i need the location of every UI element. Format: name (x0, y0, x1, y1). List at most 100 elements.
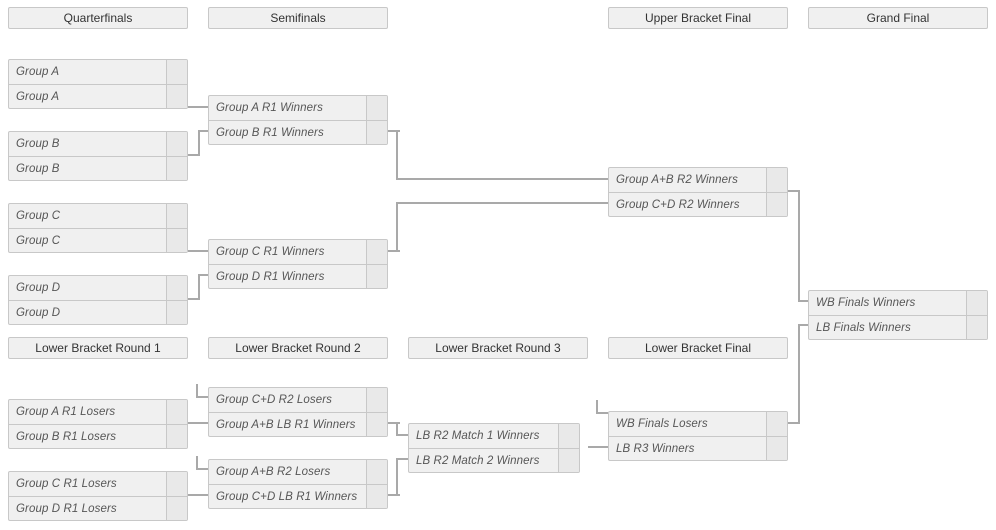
match-sf2[interactable]: Group C R1 Winners Group D R1 Winners (208, 239, 388, 289)
round-header-lower-bracket-round-1[interactable]: Lower Bracket Round 1 (8, 337, 188, 359)
match-slot[interactable]: WB Finals Winners (809, 291, 987, 315)
match-slot[interactable]: Group D R1 Winners (209, 264, 387, 288)
round-header-quarterfinals[interactable]: Quarterfinals (8, 7, 188, 29)
match-slot[interactable]: Group C (9, 228, 187, 252)
match-slot[interactable]: Group D (9, 276, 187, 300)
match-slot[interactable]: Group C R1 Winners (209, 240, 387, 264)
participant-score (166, 157, 187, 180)
participant-score (966, 291, 987, 315)
match-slot[interactable]: LB Finals Winners (809, 315, 987, 339)
participant-name: Group C (16, 234, 61, 247)
match-slot[interactable]: WB Finals Losers (609, 412, 787, 436)
participant-name: Group A R1 Losers (16, 406, 116, 418)
connector-sf2-in (396, 202, 608, 204)
participant-score (366, 485, 387, 508)
match-slot[interactable]: Group D (9, 300, 187, 324)
round-header-lower-bracket-final[interactable]: Lower Bracket Final (608, 337, 788, 359)
match-slot[interactable]: Group A (9, 84, 187, 108)
participant-name: Group D (16, 282, 61, 294)
connector-lb1m2-to-lb2m2 (188, 494, 208, 496)
match-slot[interactable]: Group A (9, 60, 187, 84)
connector-sf2-out (388, 250, 400, 252)
connector-qf1-in (198, 106, 208, 108)
participant-name: Group C+D R2 Winners (616, 198, 740, 211)
round-header-lower-bracket-round-3[interactable]: Lower Bracket Round 3 (408, 337, 588, 359)
connector-qf2-rise (198, 130, 200, 156)
match-lower-bracket-final[interactable]: WB Finals Losers LB R3 Winners (608, 411, 788, 461)
match-upper-bracket-final[interactable]: Group A+B R2 Winners Group C+D R2 Winner… (608, 167, 788, 217)
connector-ub-drop-lb2m1-in (196, 396, 208, 398)
match-slot[interactable]: Group A R1 Losers (9, 400, 187, 424)
match-slot[interactable]: LB R2 Match 2 Winners (409, 448, 579, 472)
participant-score (366, 121, 387, 144)
match-slot[interactable]: Group B (9, 156, 187, 180)
connector-sf1-out (388, 130, 400, 132)
match-slot[interactable]: Group A+B LB R1 Winners (209, 412, 387, 436)
round-header-grand-final[interactable]: Grand Final (808, 7, 988, 29)
participant-score (166, 132, 187, 156)
match-slot[interactable]: Group A+B R2 Winners (609, 168, 787, 192)
match-slot[interactable]: Group A+B R2 Losers (209, 460, 387, 484)
participant-score (558, 424, 579, 448)
connector-qf4-in (198, 274, 208, 276)
participant-name: Group A+B R2 Losers (216, 466, 331, 478)
participant-score (366, 265, 387, 288)
match-lb-r1-m1[interactable]: Group A R1 Losers Group B R1 Losers (8, 399, 188, 449)
match-slot[interactable]: Group C+D R2 Winners (609, 192, 787, 216)
participant-name: Group C R1 Winners (216, 246, 325, 258)
connector-qf4-rise (198, 274, 200, 300)
connector-lb2m1-in (396, 434, 408, 436)
connector-ubf-in-grandfinal (798, 300, 808, 302)
connector-ubf-loser-in (596, 412, 608, 414)
round-header-upper-bracket-final[interactable]: Upper Bracket Final (608, 7, 788, 29)
match-slot[interactable]: Group B (9, 132, 187, 156)
participant-name: WB Finals Winners (816, 297, 916, 309)
participant-name: Group B (16, 162, 60, 175)
match-lb-r2-m1[interactable]: Group C+D R2 Losers Group A+B LB R1 Winn… (208, 387, 388, 437)
match-grand-final[interactable]: WB Finals Winners LB Finals Winners (808, 290, 988, 340)
participant-score (766, 168, 787, 192)
participant-name: Group C (16, 210, 61, 222)
connector-lb3-to-lbfinal (588, 446, 608, 448)
participant-name: Group A+B R2 Winners (616, 174, 738, 186)
match-slot[interactable]: Group C+D LB R1 Winners (209, 484, 387, 508)
participant-name: Group C+D R2 Losers (216, 394, 332, 406)
participant-score (166, 204, 187, 228)
participant-name: LB Finals Winners (816, 321, 911, 334)
participant-score (166, 425, 187, 448)
match-slot[interactable]: LB R3 Winners (609, 436, 787, 460)
match-slot[interactable]: Group D R1 Losers (9, 496, 187, 520)
participant-name: Group D R1 Winners (216, 270, 325, 283)
connector-lb2m1-out (388, 422, 400, 424)
participant-name: Group A+B LB R1 Winners (216, 418, 356, 431)
participant-score (166, 301, 187, 324)
match-qf3[interactable]: Group C Group C (8, 203, 188, 253)
participant-score (166, 85, 187, 108)
match-qf4[interactable]: Group D Group D (8, 275, 188, 325)
participant-score (166, 497, 187, 520)
match-slot[interactable]: Group A R1 Winners (209, 96, 387, 120)
match-qf1[interactable]: Group A Group A (8, 59, 188, 109)
match-slot[interactable]: LB R2 Match 1 Winners (409, 424, 579, 448)
participant-score (366, 240, 387, 264)
round-header-semifinals[interactable]: Semifinals (208, 7, 388, 29)
match-slot[interactable]: Group C+D R2 Losers (209, 388, 387, 412)
round-header-lower-bracket-round-2[interactable]: Lower Bracket Round 2 (208, 337, 388, 359)
participant-score (166, 229, 187, 252)
participant-name: WB Finals Losers (616, 418, 708, 430)
match-lb-r2-m2[interactable]: Group A+B R2 Losers Group C+D LB R1 Winn… (208, 459, 388, 509)
connector-lb2m2-out (388, 494, 400, 496)
match-lb-r3[interactable]: LB R2 Match 1 Winners LB R2 Match 2 Winn… (408, 423, 580, 473)
match-slot[interactable]: Group C R1 Losers (9, 472, 187, 496)
match-slot[interactable]: Group B R1 Losers (9, 424, 187, 448)
match-lb-r1-m2[interactable]: Group C R1 Losers Group D R1 Losers (8, 471, 188, 521)
match-qf2[interactable]: Group B Group B (8, 131, 188, 181)
match-sf1[interactable]: Group A R1 Winners Group B R1 Winners (208, 95, 388, 145)
participant-name: LB R2 Match 2 Winners (416, 454, 540, 467)
participant-score (166, 276, 187, 300)
match-slot[interactable]: Group B R1 Winners (209, 120, 387, 144)
participant-name: LB R3 Winners (616, 442, 695, 455)
connector-qf2-in (198, 130, 208, 132)
match-slot[interactable]: Group C (9, 204, 187, 228)
participant-score (366, 413, 387, 436)
